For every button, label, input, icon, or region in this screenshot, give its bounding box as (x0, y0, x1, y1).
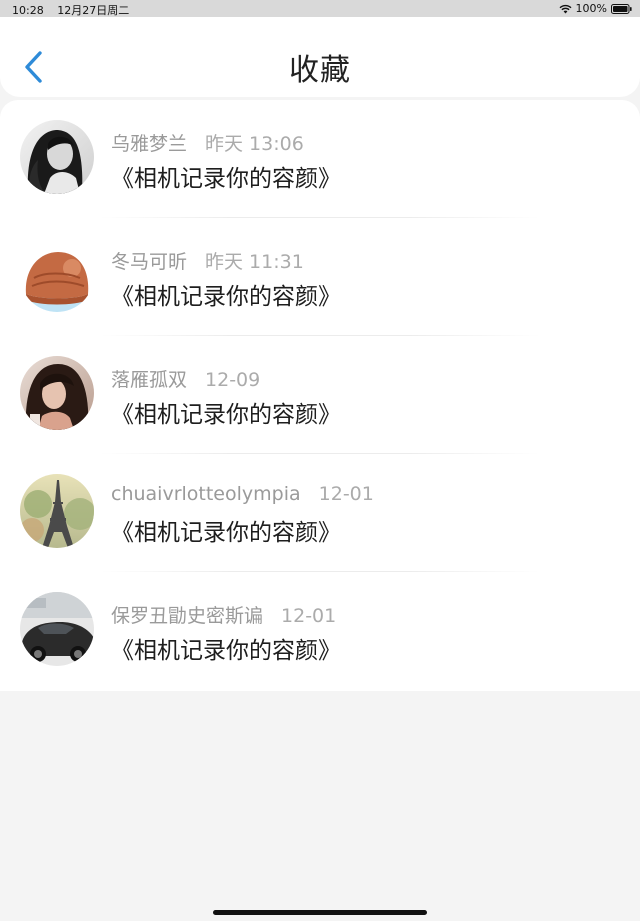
avatar[interactable] (20, 592, 94, 666)
wifi-icon (559, 4, 572, 13)
author-name: chuaivrlotteolympia (111, 483, 301, 505)
page-title: 收藏 (289, 53, 351, 88)
item-title[interactable]: 《相机记录你的容颜》 (111, 395, 341, 429)
knit-hat-avatar (20, 238, 94, 312)
author-name: 落雁孤双 (111, 369, 188, 391)
item-title[interactable]: 《相机记录你的容颜》 (111, 513, 341, 547)
woman-portrait-bw-avatar (20, 120, 94, 194)
avatar[interactable] (20, 120, 94, 194)
author-name: 保罗丑勖史密斯谝 (111, 605, 264, 627)
author-name: 乌雅梦兰 (111, 133, 188, 155)
woman-portrait-avatar (20, 356, 94, 430)
battery-icon (611, 3, 632, 14)
item-meta: 落雁孤双 12-09 (111, 365, 260, 392)
eiffel-tower-avatar (20, 474, 94, 548)
favorite-item[interactable]: 落雁孤双 12-09 《相机记录你的容颜》 (0, 336, 640, 454)
favorite-item[interactable]: 保罗丑勖史密斯谝 12-01 《相机记录你的容颜》 (0, 572, 640, 690)
favorite-item[interactable]: 乌雅梦兰 昨天 13:06 《相机记录你的容颜》 (0, 100, 640, 218)
item-title[interactable]: 《相机记录你的容颜》 (111, 159, 341, 193)
home-indicator (213, 910, 427, 915)
status-time: 10:28 (12, 4, 44, 17)
status-bar: 10:28 12月27日周二 100% (0, 0, 640, 17)
post-time: 昨天 13:06 (205, 133, 304, 155)
avatar[interactable] (20, 356, 94, 430)
item-title[interactable]: 《相机记录你的容颜》 (111, 277, 341, 311)
post-time: 12-09 (205, 369, 261, 391)
author-name: 冬马可昕 (111, 251, 188, 273)
avatar[interactable] (20, 238, 94, 312)
favorite-item[interactable]: 冬马可昕 昨天 11:31 《相机记录你的容颜》 (0, 218, 640, 336)
item-title[interactable]: 《相机记录你的容颜》 (111, 631, 341, 665)
post-time: 12-01 (281, 605, 337, 627)
item-meta: 冬马可昕 昨天 11:31 (111, 247, 304, 274)
item-meta: chuaivrlotteolympia 12-01 (111, 483, 374, 505)
favorite-item[interactable]: chuaivrlotteolympia 12-01 《相机记录你的容颜》 (0, 454, 640, 572)
status-left: 10:28 12月27日周二 (12, 2, 129, 18)
battery-percent: 100% (575, 2, 607, 15)
item-meta: 乌雅梦兰 昨天 13:06 (111, 129, 304, 156)
nav-header: 收藏 (0, 17, 640, 97)
post-time: 昨天 11:31 (205, 251, 304, 273)
favorites-list: 乌雅梦兰 昨天 13:06 《相机记录你的容颜》 冬马可昕 昨天 11:31 《相机… (0, 100, 640, 691)
sports-car-avatar (20, 592, 94, 666)
post-time: 12-01 (318, 483, 374, 505)
item-meta: 保罗丑勖史密斯谝 12-01 (111, 601, 336, 628)
status-right: 100% (559, 2, 632, 15)
avatar[interactable] (20, 474, 94, 548)
status-date: 12月27日周二 (57, 4, 130, 17)
